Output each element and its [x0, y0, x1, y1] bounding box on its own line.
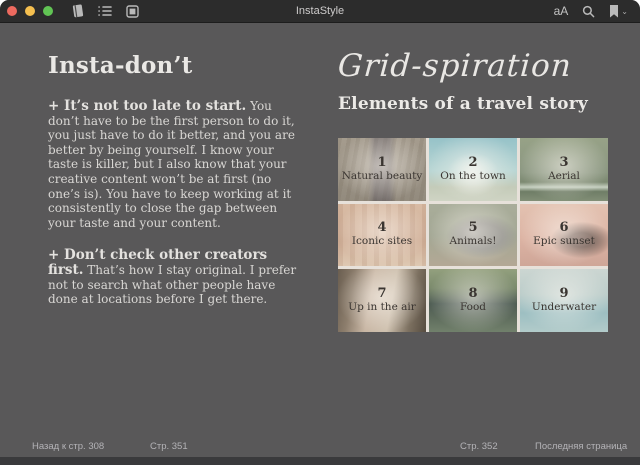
zoom-button[interactable]	[43, 6, 53, 16]
tile-number: 9	[559, 287, 568, 301]
travel-story-grid: 1 Natural beauty 2 On the town 3 Aerial …	[338, 138, 608, 332]
tile-caption: Animals!	[450, 235, 497, 248]
section-subtitle: Elements of a travel story	[338, 94, 610, 114]
ebook-reader-window: InstaStyle aA ⌄	[0, 0, 640, 465]
tile-number: 4	[377, 221, 386, 235]
titlebar-right-tools: aA ⌄	[544, 0, 632, 22]
tile-caption: Underwater	[532, 301, 596, 314]
tile-number: 8	[468, 287, 477, 301]
grid-tile: 8 Food	[429, 269, 517, 332]
grid-tile: 1 Natural beauty	[338, 138, 426, 201]
grid-tile: 3 Aerial	[520, 138, 608, 201]
titlebar: InstaStyle aA ⌄	[0, 0, 640, 23]
bookmark-button[interactable]: ⌄	[605, 2, 632, 20]
grid-tile: 6 Epic sunset	[520, 204, 608, 267]
grid-tile: 2 On the town	[429, 138, 517, 201]
tile-number: 2	[468, 156, 477, 170]
library-button[interactable]	[67, 2, 88, 20]
tile-number: 1	[377, 156, 386, 170]
search-button[interactable]	[578, 2, 599, 20]
right-page-number: Стр. 352	[460, 441, 498, 452]
text-size-button[interactable]: aA	[550, 2, 573, 20]
grid-tile: 5 Animals!	[429, 204, 517, 267]
minimize-button[interactable]	[25, 6, 35, 16]
book-icon	[71, 4, 84, 18]
window-bottom-edge	[0, 457, 640, 465]
paragraph-body: You don’t have to be the first person to…	[48, 99, 295, 230]
tile-caption: Food	[460, 301, 486, 314]
grid-tile: 9 Underwater	[520, 269, 608, 332]
tile-number: 6	[559, 221, 568, 235]
last-page-link[interactable]: Последняя страница	[535, 441, 627, 452]
close-button[interactable]	[7, 6, 17, 16]
table-of-contents-button[interactable]	[94, 2, 116, 20]
bookmark-icon	[609, 5, 619, 18]
tile-number: 5	[468, 221, 477, 235]
grid-tile: 7 Up in the air	[338, 269, 426, 332]
tile-caption: Iconic sites	[352, 235, 412, 248]
tile-caption: Aerial	[548, 170, 580, 183]
tile-caption: Up in the air	[348, 301, 416, 314]
tile-number: 7	[377, 287, 386, 301]
back-to-page-link[interactable]: Назад к стр. 308	[32, 441, 104, 452]
tile-number: 3	[559, 156, 568, 170]
traffic-lights	[7, 6, 53, 16]
paragraph: + It’s not too late to start. You don’t …	[48, 99, 306, 230]
paragraph: + Don’t check other creators first. That…	[48, 248, 306, 306]
search-icon	[582, 5, 595, 18]
paragraph-body: That’s how I stay original. I prefer not…	[48, 263, 296, 306]
thumbnail-view-button[interactable]	[122, 2, 143, 20]
tile-caption: Epic sunset	[533, 235, 595, 248]
tile-caption: Natural beauty	[342, 170, 423, 183]
list-icon	[98, 5, 112, 17]
footer-nav: Назад к стр. 308 Стр. 351 Стр. 352 После…	[0, 441, 640, 455]
chapter-title: Insta-don’t	[48, 52, 306, 79]
window-title: InstaStyle	[296, 0, 344, 22]
section-script-title: Grid-spiration	[337, 48, 612, 84]
left-page: Insta-don’t + It’s not too late to start…	[48, 52, 306, 325]
right-page: Grid-spiration Elements of a travel stor…	[338, 48, 610, 114]
grid-tile: 4 Iconic sites	[338, 204, 426, 267]
chevron-down-icon: ⌄	[621, 7, 628, 16]
tile-caption: On the town	[440, 170, 506, 183]
left-page-number: Стр. 351	[150, 441, 188, 452]
titlebar-left-tools	[61, 2, 143, 20]
thumbnails-icon	[126, 5, 139, 18]
paragraph-lead: + It’s not too late to start.	[48, 98, 246, 114]
